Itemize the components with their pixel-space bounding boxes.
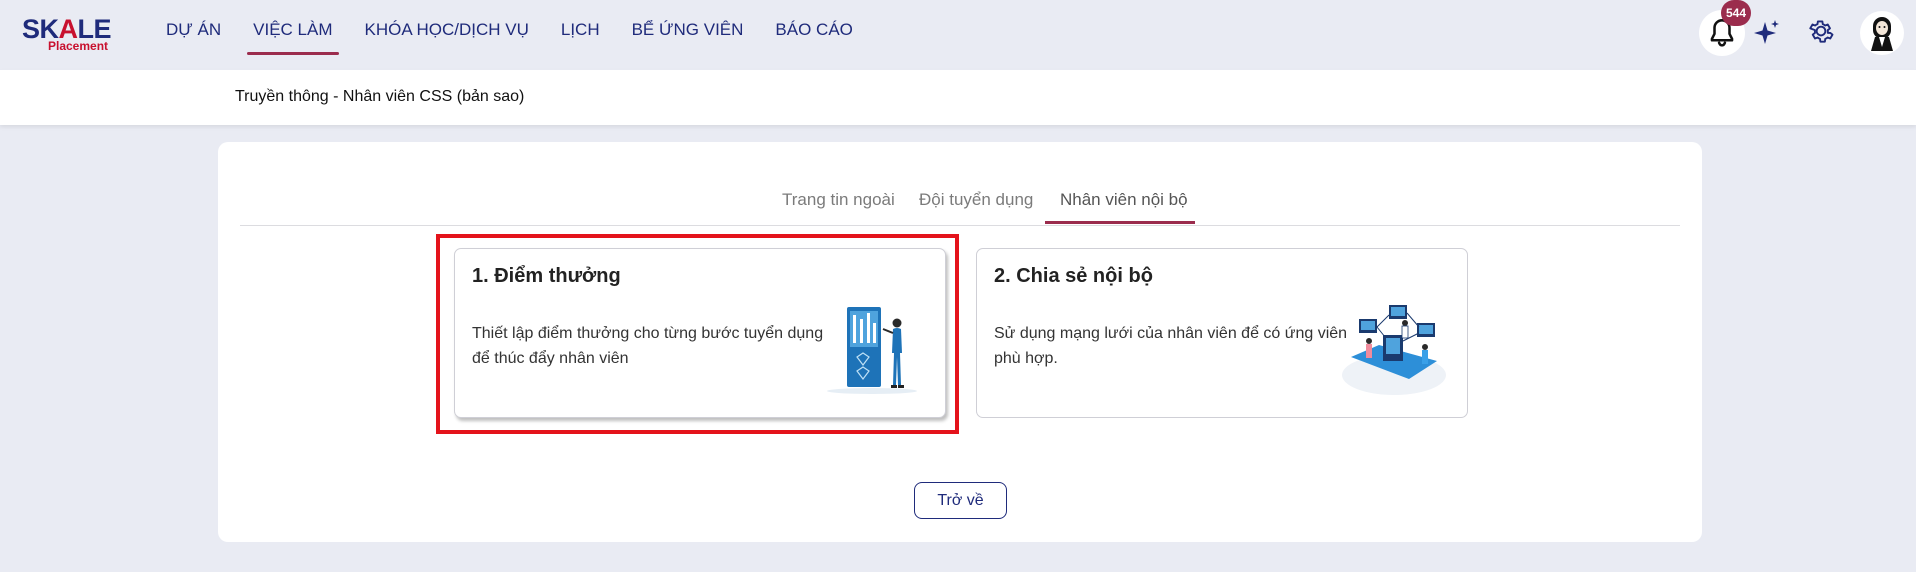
- notification-badge: 544: [1721, 0, 1751, 26]
- nav-item-lich[interactable]: LỊCH: [561, 0, 600, 58]
- nav-item-du-an[interactable]: DỰ ÁN: [166, 0, 221, 58]
- tab-doi-tuyen-dung[interactable]: Đội tuyển dụng: [919, 190, 1033, 210]
- nav-item-khoa-hoc-dich-vu[interactable]: KHÓA HỌC/DỊCH VỤ: [365, 0, 529, 58]
- main-panel: Trang tin ngoài Đội tuyển dụng Nhân viên…: [218, 142, 1702, 542]
- avatar-image: [1871, 17, 1893, 51]
- tab-bar: Trang tin ngoài Đội tuyển dụng Nhân viên…: [240, 180, 1680, 226]
- page-title: Truyền thông - Nhân viên CSS (bản sao): [235, 88, 525, 105]
- nav-item-viec-lam[interactable]: VIỆC LÀM: [247, 0, 339, 58]
- card-chia-se-noi-bo[interactable]: 2. Chia sẻ nội bộ Sử dụng mạng lưới của …: [976, 248, 1468, 418]
- sparkle-icon[interactable]: [1752, 18, 1782, 48]
- card-description: Thiết lập điểm thưởng cho từng bước tuyể…: [472, 325, 824, 367]
- card-diem-thuong[interactable]: 1. Điểm thưởng Thiết lập điểm thưởng cho…: [454, 248, 946, 418]
- rewards-illustration-icon: [827, 307, 917, 394]
- tab-trang-tin-ngoai[interactable]: Trang tin ngoài: [782, 190, 895, 210]
- top-navbar: SKALE Placement DỰ ÁN VIỆC LÀM KHÓA HỌC/…: [0, 0, 1916, 70]
- avatar[interactable]: [1860, 11, 1904, 55]
- network-sharing-illustration-icon: [1342, 305, 1446, 395]
- tab-nhan-vien-noi-bo[interactable]: Nhân viên nội bộ: [1060, 190, 1188, 210]
- nav-item-bao-cao[interactable]: BÁO CÁO: [775, 0, 852, 58]
- page-subheader: Truyền thông - Nhân viên CSS (bản sao): [0, 70, 1916, 125]
- card-title: 2. Chia sẻ nội bộ: [994, 265, 1153, 287]
- nav-item-be-ung-vien[interactable]: BỂ ỨNG VIÊN: [632, 0, 744, 58]
- card-description: Sử dụng mạng lưới của nhân viên để có ứn…: [994, 325, 1348, 367]
- active-tab-indicator: [1045, 221, 1195, 224]
- card-title: 1. Điểm thưởng: [472, 265, 621, 287]
- main-nav: DỰ ÁN VIỆC LÀM KHÓA HỌC/DỊCH VỤ LỊCH BỂ …: [150, 0, 869, 58]
- back-button[interactable]: Trở về: [914, 482, 1007, 519]
- skale-logo[interactable]: SKALE Placement: [22, 14, 112, 54]
- gear-icon[interactable]: [1806, 16, 1836, 46]
